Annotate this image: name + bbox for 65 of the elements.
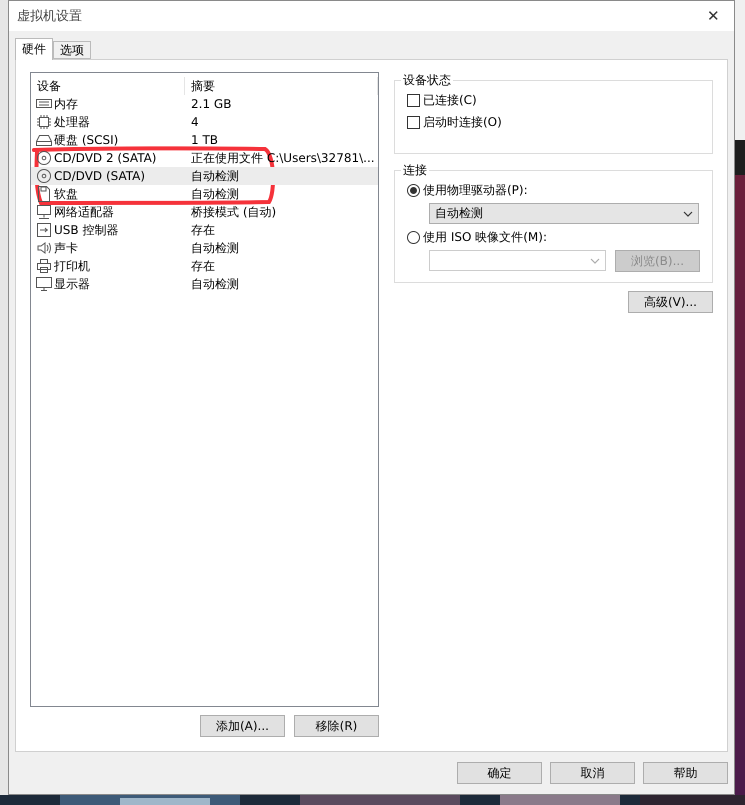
device-summary: 自动检测: [190, 240, 240, 256]
device-summary: 存在: [190, 222, 216, 238]
advanced-button[interactable]: 高级(V)...: [628, 291, 713, 313]
tab[interactable]: 选项: [53, 41, 91, 59]
device-summary: 桥接模式 (自动): [190, 204, 278, 220]
device-row[interactable]: 硬盘 (SCSI) 1 TB: [31, 131, 378, 149]
device-summary: 存在: [190, 258, 216, 274]
radio-label: 使用 ISO 映像文件(M):: [423, 228, 547, 246]
chevron-down-icon: [683, 210, 693, 216]
network-icon: [35, 203, 53, 221]
dropdown[interactable]: 自动检测: [429, 203, 699, 224]
device-row[interactable]: 内存 2.1 GB: [31, 95, 378, 113]
checkbox-label: 启动时连接(O): [423, 114, 502, 130]
window-title: 虚拟机设置: [17, 8, 82, 25]
device-row[interactable]: 显示器 自动检测: [31, 275, 378, 293]
device-summary: 2.1 GB: [190, 97, 232, 111]
dialog-button[interactable]: 确定: [457, 762, 542, 784]
speaker-icon: [35, 239, 53, 257]
device-summary: 自动检测: [190, 186, 240, 202]
device-row[interactable]: 声卡 自动检测: [31, 239, 378, 257]
column-header[interactable]: 摘要: [185, 77, 378, 95]
device-row[interactable]: 处理器 4: [31, 113, 378, 131]
device-name[interactable]: 处理器: [54, 114, 90, 130]
dialog-button[interactable]: 取消: [550, 762, 635, 784]
monitor-icon: [35, 275, 53, 293]
device-row[interactable]: 打印机 存在: [31, 257, 378, 275]
device-row[interactable]: 网络适配器 桥接模式 (自动): [31, 203, 378, 221]
device-name[interactable]: USB 控制器: [54, 222, 118, 238]
device-name[interactable]: CD/DVD 2 (SATA): [54, 151, 156, 165]
disc-icon: [35, 149, 53, 167]
device-name[interactable]: CD/DVD (SATA): [54, 169, 146, 183]
checkbox[interactable]: [407, 116, 420, 128]
checkbox-label: 已连接(C): [423, 92, 477, 108]
device-name[interactable]: 声卡: [54, 240, 78, 256]
radio-button[interactable]: [407, 230, 420, 244]
device-name[interactable]: 软盘: [54, 186, 78, 202]
device-summary: 1 TB: [190, 133, 220, 147]
device-row[interactable]: 软盘 自动检测: [31, 185, 378, 203]
device-summary: 自动检测: [190, 168, 240, 184]
tab[interactable]: 硬件: [15, 38, 53, 60]
radio-button[interactable]: [407, 184, 420, 196]
device-summary: 4: [190, 115, 200, 129]
device-summary: 自动检测: [190, 276, 240, 292]
floppy-icon: [35, 185, 53, 203]
chip-icon: [35, 113, 53, 131]
usb-icon: [35, 221, 53, 239]
column-header[interactable]: 设备: [31, 77, 185, 95]
device-name[interactable]: 硬盘 (SCSI): [54, 132, 118, 148]
list-button[interactable]: 移除(R): [294, 715, 379, 737]
checkbox[interactable]: [407, 94, 420, 106]
group-title: 连接: [402, 162, 428, 179]
disc-icon: [35, 167, 53, 185]
device-name[interactable]: 打印机: [54, 258, 90, 274]
device-name[interactable]: 网络适配器: [54, 204, 114, 220]
list-button[interactable]: 添加(A)...: [200, 715, 285, 737]
device-name[interactable]: 内存: [54, 96, 78, 112]
printer-icon: [35, 257, 53, 275]
close-button[interactable]: ✕: [701, 7, 726, 25]
device-row[interactable]: USB 控制器 存在: [31, 221, 378, 239]
dialog-button[interactable]: 帮助: [643, 762, 728, 784]
radio-label: 使用物理驱动器(P):: [423, 182, 528, 198]
device-row[interactable]: CD/DVD (SATA) 自动检测: [31, 167, 378, 185]
chevron-down-icon: [590, 258, 600, 264]
device-name[interactable]: 显示器: [54, 276, 90, 292]
group-title: 设备状态: [402, 72, 452, 89]
